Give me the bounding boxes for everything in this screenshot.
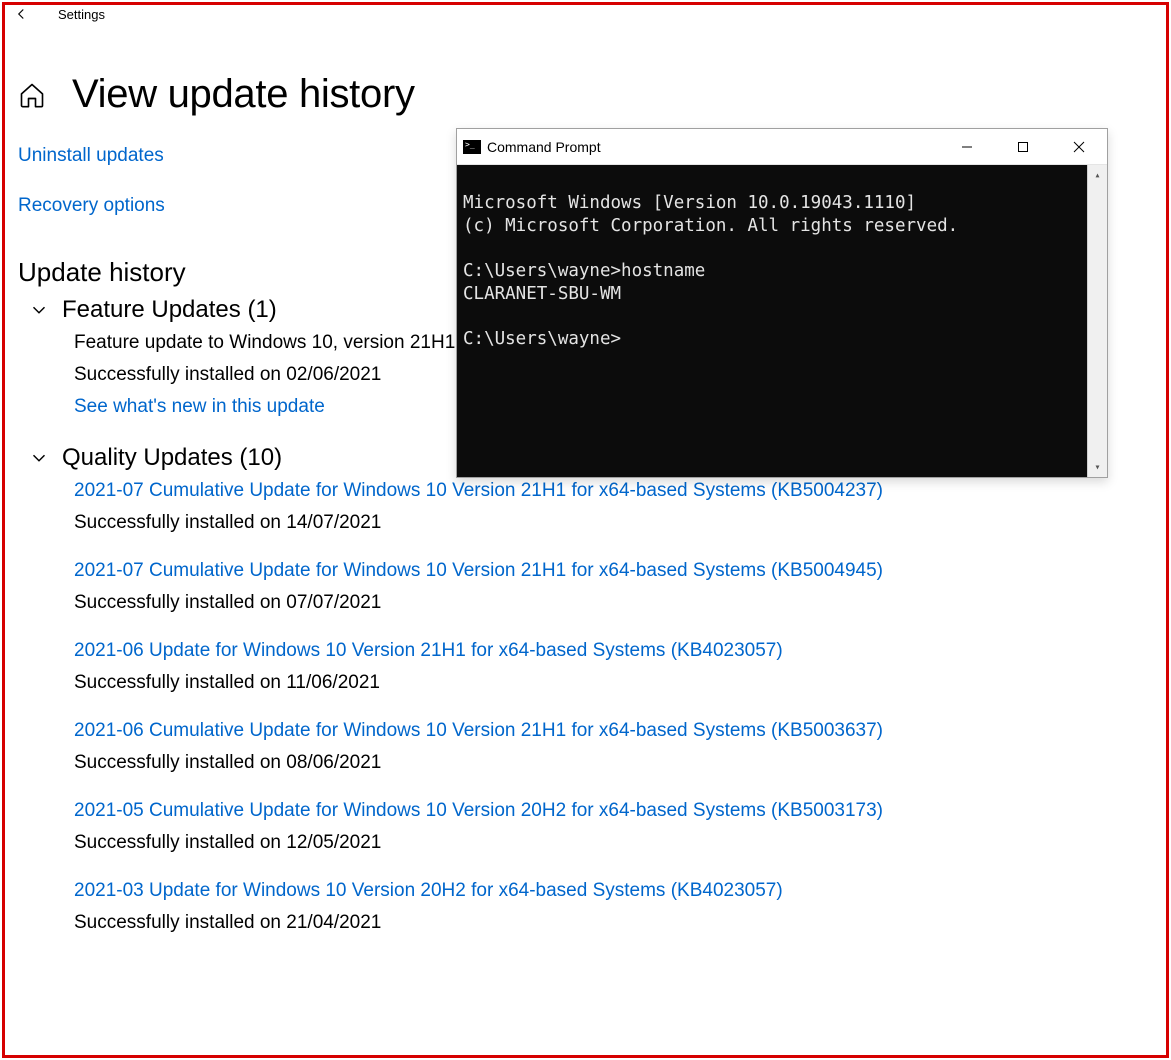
cmd-body[interactable]: Microsoft Windows [Version 10.0.19043.11… (457, 165, 1107, 477)
quality-update-status: Successfully installed on 11/06/2021 (74, 672, 1153, 694)
quality-update-link[interactable]: 2021-06 Update for Windows 10 Version 21… (74, 640, 1153, 662)
quality-update-link[interactable]: 2021-05 Cumulative Update for Windows 10… (74, 800, 1153, 822)
command-prompt-window[interactable]: Command Prompt Microsoft Windows [Versio… (456, 128, 1108, 478)
cmd-line: Microsoft Windows [Version 10.0.19043.11… (463, 193, 916, 213)
quality-update-item: 2021-07 Cumulative Update for Windows 10… (74, 480, 1153, 534)
quality-update-status: Successfully installed on 08/06/2021 (74, 752, 1153, 774)
quality-update-status: Successfully installed on 14/07/2021 (74, 512, 1153, 534)
cmd-line: C:\Users\wayne> (463, 329, 621, 349)
uninstall-updates-link[interactable]: Uninstall updates (18, 145, 164, 167)
cmd-title: Command Prompt (487, 139, 601, 155)
maximize-button[interactable] (995, 129, 1051, 165)
quality-updates-items: 2021-07 Cumulative Update for Windows 10… (74, 480, 1153, 934)
quality-update-status: Successfully installed on 07/07/2021 (74, 592, 1153, 614)
quality-update-link[interactable]: 2021-07 Cumulative Update for Windows 10… (74, 480, 1153, 502)
quality-updates-label: Quality Updates (10) (62, 444, 282, 472)
quality-update-item: 2021-03 Update for Windows 10 Version 20… (74, 880, 1153, 934)
back-arrow-icon[interactable] (12, 5, 30, 23)
quality-update-item: 2021-07 Cumulative Update for Windows 10… (74, 560, 1153, 614)
cmd-line: C:\Users\wayne>hostname (463, 261, 705, 281)
quality-update-link[interactable]: 2021-06 Cumulative Update for Windows 10… (74, 720, 1153, 742)
page-header: View update history (18, 72, 1153, 117)
cmd-app-icon (463, 140, 481, 154)
cmd-titlebar[interactable]: Command Prompt (457, 129, 1107, 165)
window-title: Settings (58, 7, 105, 22)
minimize-button[interactable] (939, 129, 995, 165)
quality-update-item: 2021-06 Cumulative Update for Windows 10… (74, 720, 1153, 774)
chevron-down-icon (28, 299, 50, 321)
scroll-up-icon[interactable]: ▴ (1088, 165, 1107, 185)
quality-update-status: Successfully installed on 21/04/2021 (74, 912, 1153, 934)
quality-update-status: Successfully installed on 12/05/2021 (74, 832, 1153, 854)
quality-update-link[interactable]: 2021-03 Update for Windows 10 Version 20… (74, 880, 1153, 902)
feature-updates-label: Feature Updates (1) (62, 296, 277, 324)
cmd-window-controls (939, 129, 1107, 165)
close-button[interactable] (1051, 129, 1107, 165)
cmd-scrollbar[interactable]: ▴ ▾ (1087, 165, 1107, 477)
quality-update-link[interactable]: 2021-07 Cumulative Update for Windows 10… (74, 560, 1153, 582)
recovery-options-link[interactable]: Recovery options (18, 195, 165, 217)
cmd-line: (c) Microsoft Corporation. All rights re… (463, 216, 958, 236)
quality-update-item: 2021-05 Cumulative Update for Windows 10… (74, 800, 1153, 854)
settings-topbar: Settings (0, 0, 1171, 28)
cmd-line: CLARANET-SBU-WM (463, 284, 621, 304)
chevron-down-icon (28, 447, 50, 469)
home-icon[interactable] (18, 81, 46, 109)
scroll-down-icon[interactable]: ▾ (1088, 457, 1107, 477)
quality-update-item: 2021-06 Update for Windows 10 Version 21… (74, 640, 1153, 694)
page-title: View update history (72, 72, 415, 117)
